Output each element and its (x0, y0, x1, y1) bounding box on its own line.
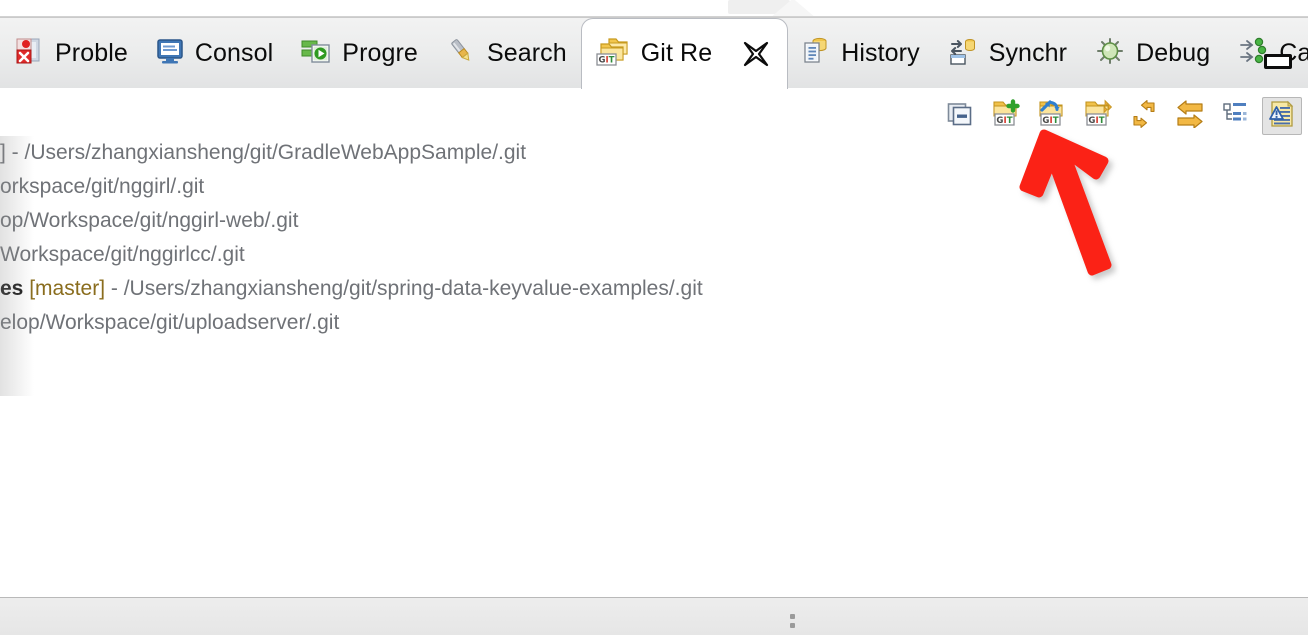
synchronize-icon (948, 36, 978, 71)
tab-label-console: Consol (194, 38, 274, 67)
eclipse-git-repositories-view: Proble Consol Progre Search GIT Git Re H… (0, 0, 1308, 635)
tab-label-history: History (841, 38, 920, 67)
tab-console[interactable]: Consol (142, 18, 287, 88)
repository-path: - /Users/zhangxiansheng/git/spring-data-… (105, 277, 703, 300)
create-repository-button[interactable]: GIT (1078, 97, 1118, 135)
list-item[interactable]: Workspace/git/nggirlcc/.git (0, 238, 1308, 272)
tab-label-debug: Debug (1136, 38, 1211, 67)
push-icon (1175, 99, 1205, 133)
repository-path: orkspace/git/nggirl/.git (0, 175, 205, 198)
console-icon (156, 37, 184, 70)
view-toolbar: GIT GIT GIT (940, 95, 1302, 137)
view-tab-strip: Proble Consol Progre Search GIT Git Re H… (0, 17, 1308, 89)
tab-label-synchronize: Synchr (988, 38, 1068, 67)
close-icon[interactable] (741, 39, 771, 69)
list-item[interactable]: op/Workspace/git/nggirl-web/.git (0, 204, 1308, 238)
list-item[interactable]: ] - /Users/zhangxiansheng/git/GradleWebA… (0, 136, 1308, 170)
tab-label-progress: Progre (342, 38, 418, 67)
fetch-icon (1129, 99, 1159, 133)
collapse-all-icon (946, 100, 974, 133)
tab-call-hierarchy[interactable]: Call Hi (1224, 18, 1308, 88)
progress-icon (301, 37, 331, 70)
list-item[interactable]: elop/Workspace/git/uploadserver/.git (0, 306, 1308, 340)
svg-text:GIT: GIT (598, 56, 614, 66)
tab-search[interactable]: Search (432, 18, 581, 88)
svg-text:GIT: GIT (996, 115, 1012, 125)
tab-label-search: Search (486, 38, 567, 67)
clone-repository-button[interactable]: GIT (1032, 97, 1072, 135)
minimize-button[interactable] (1264, 54, 1292, 69)
view-tab-list: Proble Consol Progre Search GIT Git Re H… (0, 17, 1308, 89)
repository-path: ] - /Users/zhangxiansheng/git/GradleWebA… (0, 141, 527, 164)
svg-text:GIT: GIT (1042, 115, 1058, 125)
tab-debug[interactable]: Debug (1081, 18, 1224, 88)
view-menu-icon (1268, 100, 1296, 133)
repository-path: Workspace/git/nggirlcc/.git (0, 243, 245, 266)
view-menu-button[interactable] (1262, 97, 1302, 135)
tab-label-git-repositories: Git Re (640, 39, 713, 67)
repository-path: op/Workspace/git/nggirl-web/.git (0, 209, 299, 232)
resize-grip-handle[interactable] (790, 614, 795, 632)
repository-path: elop/Workspace/git/uploadserver/.git (0, 311, 340, 334)
search-icon (446, 37, 476, 70)
tab-git-repositories[interactable]: GIT Git Re (580, 17, 789, 89)
tab-progress[interactable]: Progre (287, 18, 432, 88)
clone-repository-icon: GIT (1037, 99, 1067, 134)
fetch-button[interactable] (1124, 97, 1164, 135)
add-existing-repository-button[interactable]: GIT (986, 97, 1026, 135)
tab-synchronize[interactable]: Synchr (934, 18, 1081, 88)
collapse-all-button[interactable] (940, 97, 980, 135)
create-repository-icon: GIT (1083, 99, 1113, 134)
git-repositories-view-body: GIT GIT GIT] - /Users/zhangxiansheng/gi… (0, 88, 1308, 597)
link-with-editor-icon (1222, 101, 1250, 132)
list-item[interactable]: es [master] - /Users/zhangxiansheng/git/… (0, 272, 1308, 306)
push-button[interactable] (1170, 97, 1210, 135)
svg-text:GIT: GIT (1088, 115, 1104, 125)
debug-icon (1095, 36, 1125, 71)
tab-label-problems: Proble (55, 38, 128, 67)
bottom-status-strip (0, 597, 1308, 635)
tab-problems[interactable]: Proble (0, 18, 142, 88)
repository-list: ] - /Users/zhangxiansheng/git/GradleWebA… (0, 136, 1308, 340)
repository-name: es (0, 277, 24, 300)
git-repositories-icon: GIT (596, 35, 630, 72)
problems-icon (14, 36, 44, 71)
history-icon (802, 36, 830, 71)
add-existing-repository-icon: GIT (991, 98, 1021, 134)
tab-history[interactable]: History (788, 18, 933, 88)
link-with-editor-button[interactable] (1216, 97, 1256, 135)
list-item[interactable]: orkspace/git/nggirl/.git (0, 170, 1308, 204)
repository-branch: [master] (29, 277, 106, 300)
